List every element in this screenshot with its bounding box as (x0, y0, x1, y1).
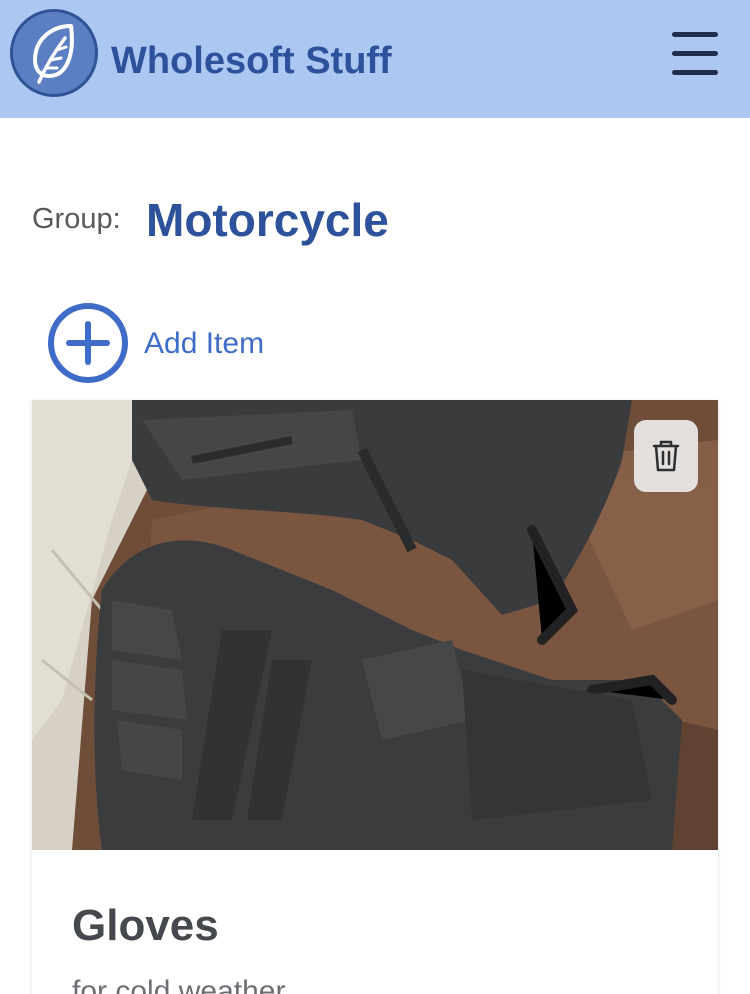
gloves-photo[interactable] (32, 400, 718, 850)
item-title: Gloves (72, 901, 219, 950)
delete-item-button[interactable] (634, 420, 698, 492)
brand-title[interactable]: Wholesoft Stuff (111, 38, 392, 84)
app-header: Wholesoft Stuff (0, 0, 750, 118)
group-name: Motorcycle (146, 194, 389, 246)
hamburger-menu-icon[interactable] (666, 28, 724, 82)
add-item-label: Add Item (144, 327, 265, 360)
group-label: Group: (32, 203, 121, 235)
app-page: Wholesoft Stuff Group: Motorcycle Add It… (0, 0, 750, 994)
plus-circle-icon (48, 303, 128, 383)
item-card[interactable]: Gloves for cold weather (32, 400, 718, 994)
item-description: for cold weather (72, 975, 286, 994)
leaf-icon[interactable] (10, 9, 98, 97)
add-item-button[interactable]: Add Item (46, 302, 286, 384)
trash-icon (652, 440, 680, 472)
